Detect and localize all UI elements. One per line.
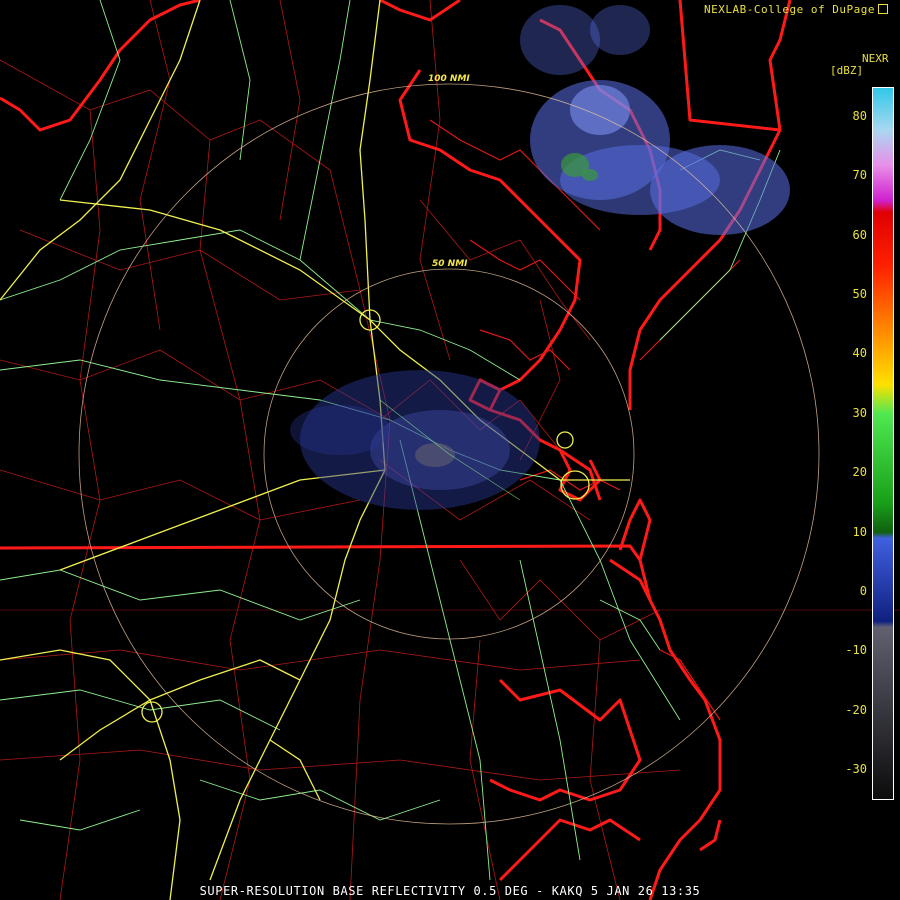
ring-label-outer: 100 NMI bbox=[428, 74, 470, 84]
scale-tick-label: -10 bbox=[845, 643, 867, 658]
scale-tick-label: 40 bbox=[852, 346, 867, 361]
credit-text[interactable]: NEXLAB-College of DuPage bbox=[704, 3, 888, 16]
legend-unit: [dBZ] bbox=[830, 64, 864, 77]
radar-map bbox=[0, 0, 900, 900]
scale-tick-label: 0 bbox=[859, 584, 867, 599]
scale-tick-label: -30 bbox=[845, 762, 867, 777]
product-caption: SUPER-RESOLUTION BASE REFLECTIVITY 0.5 D… bbox=[199, 884, 701, 898]
scale-tick-label: 60 bbox=[852, 227, 867, 242]
legend-title: NEXR bbox=[862, 52, 889, 65]
scale-tick-label: -20 bbox=[845, 702, 867, 717]
scale-tick-label: 20 bbox=[852, 465, 867, 480]
color-scale-bar bbox=[872, 87, 894, 800]
scale-tick-label: 50 bbox=[852, 286, 867, 301]
scale-tick-label: 10 bbox=[852, 524, 867, 539]
external-link-icon[interactable] bbox=[878, 4, 888, 14]
scale-tick-label: 70 bbox=[852, 168, 867, 183]
ring-label-inner: 50 NMI bbox=[432, 259, 468, 269]
scale-tick-label: 30 bbox=[852, 405, 867, 420]
scale-tick-label: 80 bbox=[852, 108, 867, 123]
